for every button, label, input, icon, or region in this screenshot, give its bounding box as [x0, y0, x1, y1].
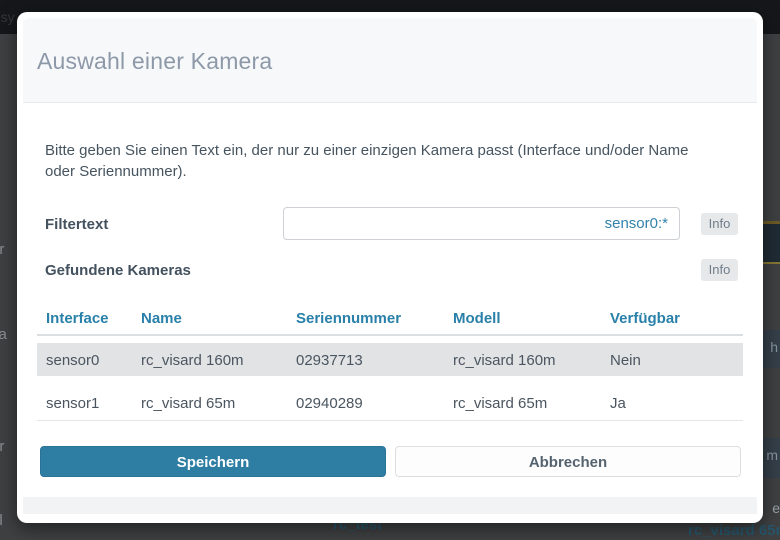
dialog-header: Auswahl einer Kamera — [23, 18, 757, 103]
cell-interface: sensor1 — [46, 395, 99, 412]
cell-name: rc_visard 160m — [141, 352, 244, 369]
background-card-fragment — [763, 221, 780, 264]
found-cameras-label: Gefundene Kameras — [45, 262, 191, 279]
save-button[interactable]: Speichern — [40, 446, 386, 477]
background-navbar-text-fragment: (sy — [0, 9, 15, 25]
background-text-fragment: el — [0, 512, 3, 529]
cell-available: Nein — [610, 352, 641, 369]
filtertext-info-button[interactable]: Info — [701, 213, 738, 235]
cell-model: rc_visard 65m — [453, 395, 547, 412]
table-header-divider — [37, 334, 743, 336]
cancel-button[interactable]: Abbrechen — [395, 446, 741, 477]
table-header-model: Modell — [453, 310, 501, 327]
table-bottom-divider — [37, 420, 743, 421]
filtertext-label: Filtertext — [45, 216, 108, 233]
background-text-fragment: er — [0, 241, 4, 258]
camera-selection-dialog: Auswahl einer Kamera Bitte geben Sie ein… — [17, 12, 763, 523]
dialog-footer-strip — [23, 497, 757, 514]
dialog-title: Auswahl einer Kamera — [37, 48, 272, 75]
cell-serialnumber: 02937713 — [296, 352, 363, 369]
found-cameras-info-button[interactable]: Info — [701, 259, 738, 281]
dialog-instructions: Bitte geben Sie einen Text ein, der nur … — [45, 140, 713, 182]
cell-serialnumber: 02940289 — [296, 395, 363, 412]
background-text-fragment: h — [770, 339, 778, 355]
cell-available: Ja — [610, 395, 626, 412]
table-header-interface: Interface — [46, 310, 109, 327]
background-text-fragment: e — [772, 500, 780, 516]
background-text-fragment: er — [0, 438, 4, 455]
screen: (sy er va er el h m e rc_test rc_visard … — [0, 0, 780, 540]
background-camera-name-label: rc_visard 65m — [688, 522, 780, 539]
filtertext-input[interactable] — [283, 207, 680, 240]
background-card-fragment: m — [763, 438, 780, 478]
table-header-serialnumber: Seriennummer — [296, 310, 401, 327]
background-text-fragment: m — [766, 447, 778, 463]
cell-interface: sensor0 — [46, 352, 99, 369]
table-header-available: Verfügbar — [610, 310, 680, 327]
background-card-fragment: h — [763, 330, 780, 368]
background-text-fragment: va — [0, 326, 7, 343]
cell-model: rc_visard 160m — [453, 352, 556, 369]
cell-name: rc_visard 65m — [141, 395, 235, 412]
table-header-name: Name — [141, 310, 182, 327]
